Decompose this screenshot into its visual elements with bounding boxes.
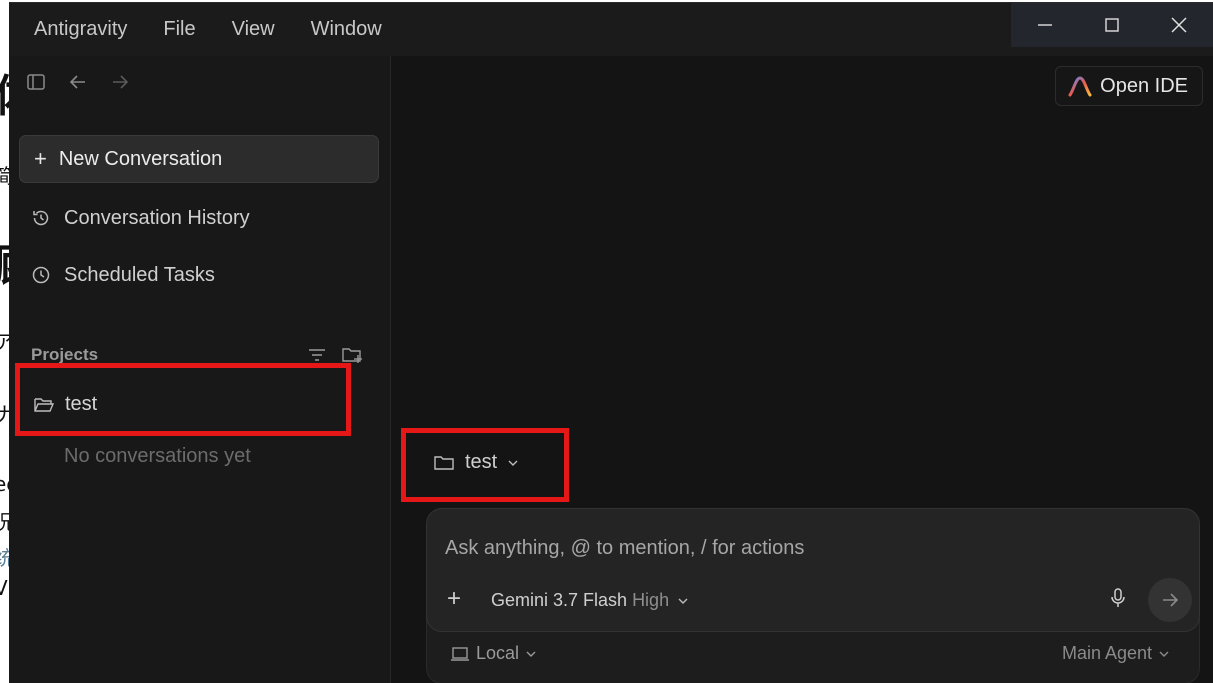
empty-state-text: No conversations yet xyxy=(64,445,251,467)
maximize-button[interactable] xyxy=(1078,3,1145,47)
arrow-right-icon xyxy=(1163,593,1179,607)
chevron-down-icon xyxy=(526,651,536,657)
environment-selector[interactable]: Local xyxy=(450,643,537,664)
new-conversation-label: New Conversation xyxy=(58,147,223,170)
projects-actions xyxy=(307,346,363,364)
main-panel: Open IDE test Ask anything, @ to mention… xyxy=(392,56,1213,683)
voice-input-button[interactable] xyxy=(1109,587,1127,614)
close-button[interactable] xyxy=(1145,3,1212,47)
laptop-icon xyxy=(451,646,469,661)
menu-file[interactable]: File xyxy=(163,18,195,41)
send-button[interactable] xyxy=(1148,578,1192,622)
chat-composer: Ask anything, @ to mention, / for action… xyxy=(426,508,1200,632)
close-icon xyxy=(1170,17,1187,33)
filter-icon[interactable] xyxy=(307,346,327,364)
environment-label: Local xyxy=(476,643,520,663)
model-level: High xyxy=(632,590,670,610)
chevron-down-icon xyxy=(1159,651,1169,657)
agent-selector[interactable]: Main Agent xyxy=(1062,643,1170,664)
sidebar-nav xyxy=(26,72,130,92)
sidebar-item-label: Conversation History xyxy=(64,206,250,229)
menu-bar: Antigravity File View Window xyxy=(34,3,418,56)
model-name: Gemini 3.7 Flash xyxy=(491,590,628,610)
back-button[interactable] xyxy=(68,72,88,92)
clock-icon xyxy=(32,266,50,284)
model-selector[interactable]: Gemini 3.7 Flash High xyxy=(491,590,689,611)
add-context-button[interactable]: + xyxy=(447,587,461,611)
chevron-down-icon xyxy=(678,598,688,604)
new-folder-icon[interactable] xyxy=(341,346,363,364)
microphone-icon xyxy=(1111,588,1125,607)
projects-header: Projects xyxy=(31,345,363,365)
sidebar-toggle-icon xyxy=(27,74,45,90)
app-window: Antigravity File View Window + New Conve… xyxy=(9,2,1213,683)
agent-label: Main Agent xyxy=(1062,643,1153,663)
projects-title: Projects xyxy=(31,345,99,364)
forward-button[interactable] xyxy=(110,72,130,92)
sidebar-item-label: Scheduled Tasks xyxy=(64,263,215,286)
sidebar-item-scheduled-tasks[interactable]: Scheduled Tasks xyxy=(31,260,215,290)
window-controls xyxy=(1011,3,1213,47)
minimize-button[interactable] xyxy=(1011,3,1078,47)
maximize-icon xyxy=(1104,18,1119,32)
antigravity-logo-icon xyxy=(1068,76,1092,97)
open-ide-button[interactable]: Open IDE xyxy=(1055,66,1203,106)
toggle-sidebar-button[interactable] xyxy=(26,72,46,92)
sidebar-item-conversation-history[interactable]: Conversation History xyxy=(31,203,250,233)
history-icon xyxy=(33,210,49,226)
highlight-box-project xyxy=(15,363,351,436)
highlight-box-folder xyxy=(401,428,569,502)
menu-view[interactable]: View xyxy=(232,18,275,41)
title-bar: Antigravity File View Window xyxy=(9,3,1213,56)
chat-input[interactable]: Ask anything, @ to mention, / for action… xyxy=(445,537,804,560)
plus-icon: + xyxy=(34,146,47,171)
arrow-right-icon xyxy=(113,75,129,89)
arrow-left-icon xyxy=(69,75,85,89)
menu-app[interactable]: Antigravity xyxy=(34,18,127,41)
minimize-icon xyxy=(1037,24,1052,26)
new-conversation-button[interactable]: + New Conversation xyxy=(19,135,379,183)
open-ide-label: Open IDE xyxy=(1100,74,1188,97)
menu-window[interactable]: Window xyxy=(311,18,382,41)
